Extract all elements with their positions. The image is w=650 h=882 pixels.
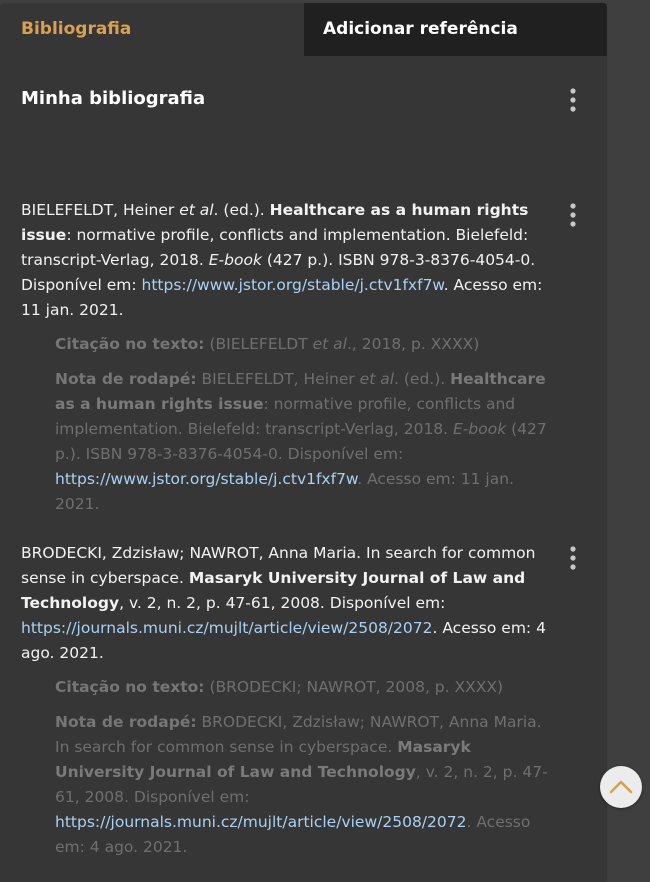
footnote-label: Nota de rodapé:: [55, 713, 197, 731]
tab-adicionar-referencia[interactable]: Adicionar referência: [304, 3, 607, 56]
ref-ed: . (ed.).: [213, 201, 270, 219]
footnote-label: Nota de rodapé:: [55, 370, 197, 388]
citation-text-end: ., 2018, p. XXXX): [346, 335, 480, 353]
reference-entry-2: BRODECKI, Zdzisław; NAWROT, Anna Maria. …: [21, 541, 566, 666]
citation-in-text: Citação no texto: (BRODECKI; NAWROT, 200…: [55, 675, 555, 700]
reference-menu-button[interactable]: [564, 202, 582, 228]
tab-bibliografia[interactable]: Bibliografia: [0, 3, 304, 56]
scroll-to-top-button[interactable]: [600, 766, 642, 808]
footnote-ed: . (ed.).: [394, 370, 451, 388]
citation-label: Citação no texto:: [55, 335, 205, 353]
section-title: Minha bibliografia: [21, 88, 206, 109]
ref-ebook: E-book: [208, 251, 262, 269]
ref-details: , v. 2, n. 2, p. 47-61, 2008. Disponível…: [119, 594, 446, 612]
ref-url-link[interactable]: https://journals.muni.cz/mujlt/article/v…: [21, 619, 432, 637]
chevron-up-icon: [609, 780, 633, 794]
citation-in-text: Citação no texto: (BIELEFELDT et al., 20…: [55, 332, 555, 357]
footnote-authors: BIELEFELDT, Heiner: [201, 370, 360, 388]
kebab-icon: [570, 88, 576, 112]
citation-text: (BIELEFELDT: [204, 335, 313, 353]
citation-label: Citação no texto:: [55, 678, 205, 696]
tab-bar: Bibliografia Adicionar referência: [0, 3, 607, 56]
kebab-icon: [570, 546, 576, 570]
ref-authors: BIELEFELDT, Heiner: [21, 201, 180, 219]
footnote-url-link[interactable]: https://www.jstor.org/stable/j.ctv1fxf7w: [55, 470, 357, 488]
reference-entry-1: BIELEFELDT, Heiner et al. (ed.). Healthc…: [21, 198, 566, 323]
section-menu-button[interactable]: [564, 87, 582, 113]
ref-etal: et al: [179, 201, 214, 219]
footnote-etal: et al: [359, 370, 395, 388]
footnote: Nota de rodapé: BIELEFELDT, Heiner et al…: [55, 367, 555, 517]
bibliography-panel: Bibliografia Adicionar referência Minha …: [0, 3, 607, 882]
citation-text: (BRODECKI; NAWROT, 2008, p. XXXX): [204, 678, 504, 696]
citation-etal: et al: [312, 335, 347, 353]
footnote: Nota de rodapé: BRODECKI, Zdzisław; NAWR…: [55, 710, 555, 860]
ref-url-link[interactable]: https://www.jstor.org/stable/j.ctv1fxf7w: [142, 276, 444, 294]
footnote-ebook: E-book: [453, 420, 507, 438]
kebab-icon: [570, 203, 576, 227]
footnote-url-link[interactable]: https://journals.muni.cz/mujlt/article/v…: [55, 813, 466, 831]
reference-menu-button[interactable]: [564, 545, 582, 571]
